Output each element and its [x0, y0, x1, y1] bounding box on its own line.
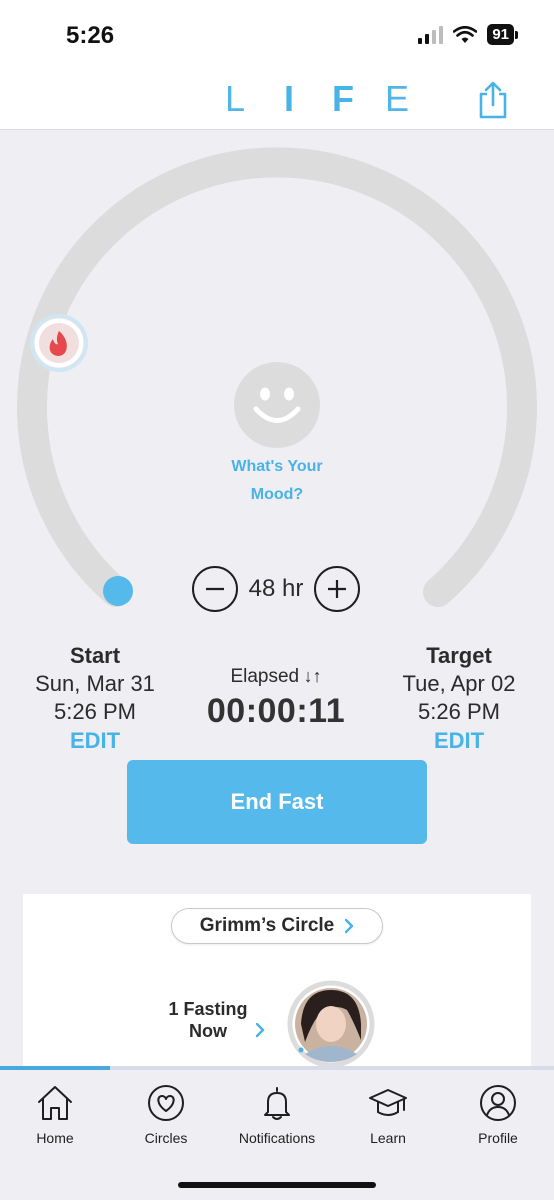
tab-label: Learn	[370, 1130, 406, 1146]
fasting-count: 1 Fasting	[168, 999, 248, 1019]
heart-circle-icon	[148, 1085, 184, 1121]
graduation-cap-icon	[369, 1089, 407, 1116]
tab-circles[interactable]: Circles	[111, 1084, 221, 1146]
fasting-now: Now	[189, 1021, 227, 1041]
decrease-duration-button[interactable]	[192, 566, 238, 612]
home-indicator	[178, 1182, 376, 1188]
tab-label: Notifications	[238, 1130, 316, 1146]
battery-icon: 91	[487, 24, 518, 45]
circle-name: Grimm’s Circle	[199, 915, 335, 936]
end-fast-button[interactable]: End Fast	[127, 760, 427, 844]
status-icons: 91	[418, 24, 518, 45]
start-date: Sun, Mar 31	[35, 671, 155, 696]
app-logo: L I F E	[208, 78, 424, 120]
edit-target-button[interactable]: EDIT	[384, 726, 534, 756]
bell-icon	[264, 1087, 290, 1120]
minus-icon	[206, 587, 224, 591]
start-panel: Start Sun, Mar 31 5:26 PM EDIT	[20, 642, 170, 756]
battery-level: 91	[487, 24, 514, 45]
edit-start-button[interactable]: EDIT	[20, 726, 170, 756]
elapsed-time: 00:00:11	[206, 692, 346, 730]
target-panel: Target Tue, Apr 02 5:26 PM EDIT	[384, 642, 534, 756]
app-header: L I F E	[0, 70, 554, 130]
logo-letter: F	[332, 78, 354, 119]
target-date: Tue, Apr 02	[402, 671, 516, 696]
logo-letter: I	[283, 78, 294, 119]
cellular-signal-icon	[418, 25, 444, 44]
fire-marker-icon	[30, 314, 88, 372]
home-icon	[38, 1086, 72, 1120]
increase-duration-button[interactable]	[314, 566, 360, 612]
tab-label: Home	[36, 1130, 74, 1146]
swap-arrows-icon: ↓↑	[303, 666, 322, 686]
fasting-now-link[interactable]: 1 Fasting Now	[153, 998, 263, 1042]
status-time: 5:26	[66, 22, 115, 49]
tab-label: Profile	[478, 1130, 518, 1146]
profile-icon	[480, 1085, 516, 1121]
logo-letter: E	[384, 78, 409, 119]
mood-prompt-line: What's Your	[231, 458, 323, 475]
chevron-right-icon	[255, 1022, 265, 1038]
circle-card: Grimm’s Circle 1 Fasting Now	[23, 894, 531, 1074]
plus-icon	[328, 580, 346, 598]
tab-bar: Home Circles Notifications Learn Profile	[0, 1066, 554, 1200]
tab-profile[interactable]: Profile	[443, 1084, 553, 1146]
target-time: 5:26 PM	[418, 699, 500, 724]
member-avatar[interactable]	[287, 980, 375, 1068]
target-title: Target	[426, 643, 492, 668]
tab-home[interactable]: Home	[0, 1084, 110, 1146]
duration-label: 48 hr	[248, 575, 304, 602]
smiley-face-icon[interactable]	[234, 362, 320, 448]
dial-progress-dot	[103, 576, 133, 606]
tab-label: Circles	[144, 1130, 188, 1146]
mood-prompt[interactable]: What's Your Mood?	[200, 453, 354, 509]
duration-stepper: 48 hr	[192, 566, 360, 612]
logo-letter: L	[224, 78, 246, 119]
elapsed-label: Elapsed	[230, 666, 300, 687]
mood-prompt-line: Mood?	[250, 486, 304, 503]
start-time: 5:26 PM	[54, 699, 136, 724]
share-icon[interactable]	[476, 80, 510, 120]
wifi-icon	[453, 25, 478, 43]
elapsed-toggle[interactable]: Elapsed ↓↑	[186, 666, 366, 688]
elapsed-panel: Elapsed ↓↑ 00:00:11	[186, 666, 366, 731]
status-bar: 5:26 91	[0, 0, 554, 70]
start-title: Start	[69, 643, 121, 668]
chevron-right-icon	[345, 918, 354, 934]
tab-learn[interactable]: Learn	[333, 1084, 443, 1146]
circle-selector[interactable]: Grimm’s Circle	[171, 908, 383, 944]
active-tab-indicator	[0, 1066, 110, 1070]
tab-notifications[interactable]: Notifications	[222, 1084, 332, 1146]
